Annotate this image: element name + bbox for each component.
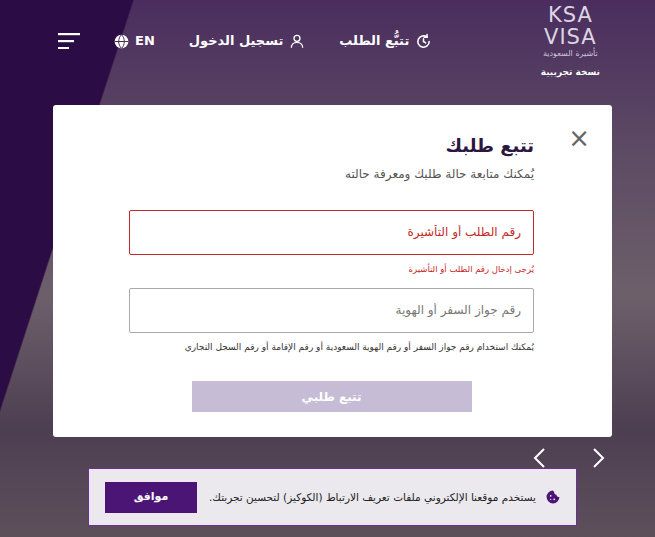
track-label: تتبُّع الطلب (339, 31, 409, 51)
passport-number-input[interactable] (129, 288, 534, 333)
dialog-title: تتبع طلبك (129, 135, 534, 157)
logo-word: KSA (548, 5, 593, 26)
track-button[interactable]: تتبع طلبي (192, 381, 472, 412)
dialog-subtitle: يُمكنك متابعة حالة طلبك ومعرفة حالته (129, 165, 534, 183)
cookie-banner: يستخدم موقعنا الإلكتروني ملفات تعريف الا… (88, 468, 577, 526)
user-icon (289, 33, 305, 49)
help-text: يُمكنك استخدام رقم جواز السفر أو رقم اله… (129, 342, 534, 354)
next-arrow-icon[interactable] (590, 447, 606, 469)
request-number-input[interactable] (129, 210, 534, 255)
login-label: تسجيل الدخول (189, 31, 284, 51)
form-field: يُمكنك استخدام رقم جواز السفر أو رقم اله… (129, 288, 534, 354)
language-label: EN (135, 31, 155, 51)
language-switch[interactable]: EN (114, 31, 155, 51)
edition-label: نسخة تجريبية (541, 68, 600, 77)
track-dialog: × تتبع طلبك يُمكنك متابعة حالة طلبك ومعر… (53, 105, 612, 437)
track-link[interactable]: تتبُّع الطلب (339, 31, 432, 51)
cookie-text: يستخدم موقعنا الإلكتروني ملفات تعريف الا… (209, 490, 536, 504)
form-field: يُرجى إدخال رقم الطلب أو التأشيرة (129, 210, 534, 275)
accept-button[interactable]: موافق (105, 482, 197, 513)
error-message: يُرجى إدخال رقم الطلب أو التأشيرة (129, 264, 534, 275)
site-logo[interactable]: KSA VISA تأشيرة السعودية نسخة تجريبية (541, 5, 600, 77)
login-link[interactable]: تسجيل الدخول (189, 31, 306, 51)
logo-tagline: تأشيرة السعودية (543, 50, 598, 58)
logo-word: VISA (544, 27, 597, 48)
track-icon (415, 33, 432, 50)
main-nav: تتبُّع الطلب تسجيل الدخول EN (58, 31, 432, 51)
menu-icon[interactable] (58, 33, 80, 49)
close-button[interactable]: × (566, 125, 592, 151)
site-header: KSA VISA تأشيرة السعودية نسخة تجريبية تت… (0, 0, 655, 82)
page: KSA VISA تأشيرة السعودية نسخة تجريبية تت… (0, 0, 655, 537)
cookie-icon (546, 490, 560, 504)
globe-icon (114, 34, 129, 49)
form-fields: يُرجى إدخال رقم الطلب أو التأشيرة يُمكنك … (129, 210, 534, 354)
previous-arrow-icon[interactable] (532, 447, 548, 469)
